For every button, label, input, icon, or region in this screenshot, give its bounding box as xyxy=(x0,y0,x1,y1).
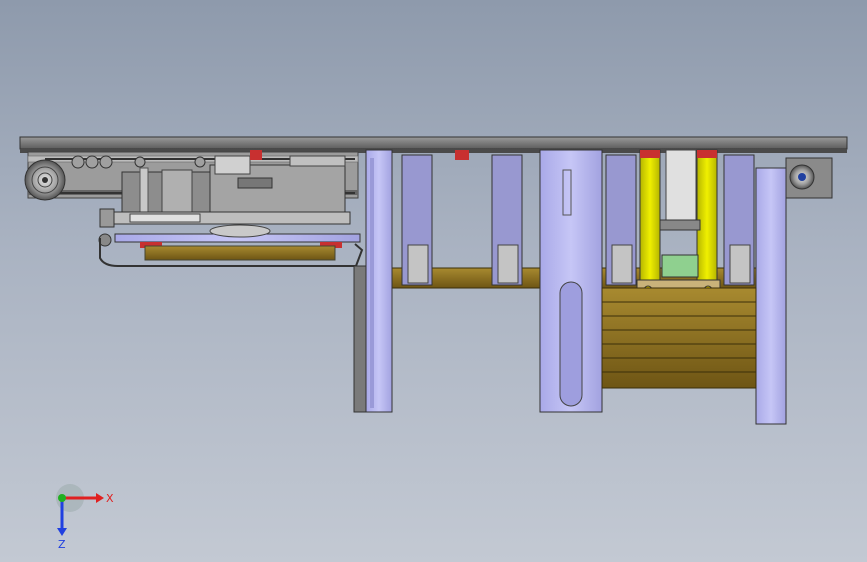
drive-pulley-left xyxy=(24,159,66,201)
support-plate-1 xyxy=(365,149,393,413)
cad-viewport[interactable]: X Z xyxy=(0,0,867,562)
support-plate-3 xyxy=(755,167,787,425)
support-plate-2 xyxy=(539,149,603,413)
lift-unit xyxy=(636,149,721,309)
left-hanging-plate xyxy=(353,265,367,413)
drive-pulley-right xyxy=(785,157,833,199)
z-axis-label: Z xyxy=(58,538,66,551)
top-rail-beam xyxy=(19,136,848,153)
coordinate-triad-icon: X Z xyxy=(56,484,114,551)
wood-deck-stack xyxy=(601,287,757,389)
x-axis-label: X xyxy=(106,492,114,505)
gripper-plate xyxy=(99,224,364,267)
